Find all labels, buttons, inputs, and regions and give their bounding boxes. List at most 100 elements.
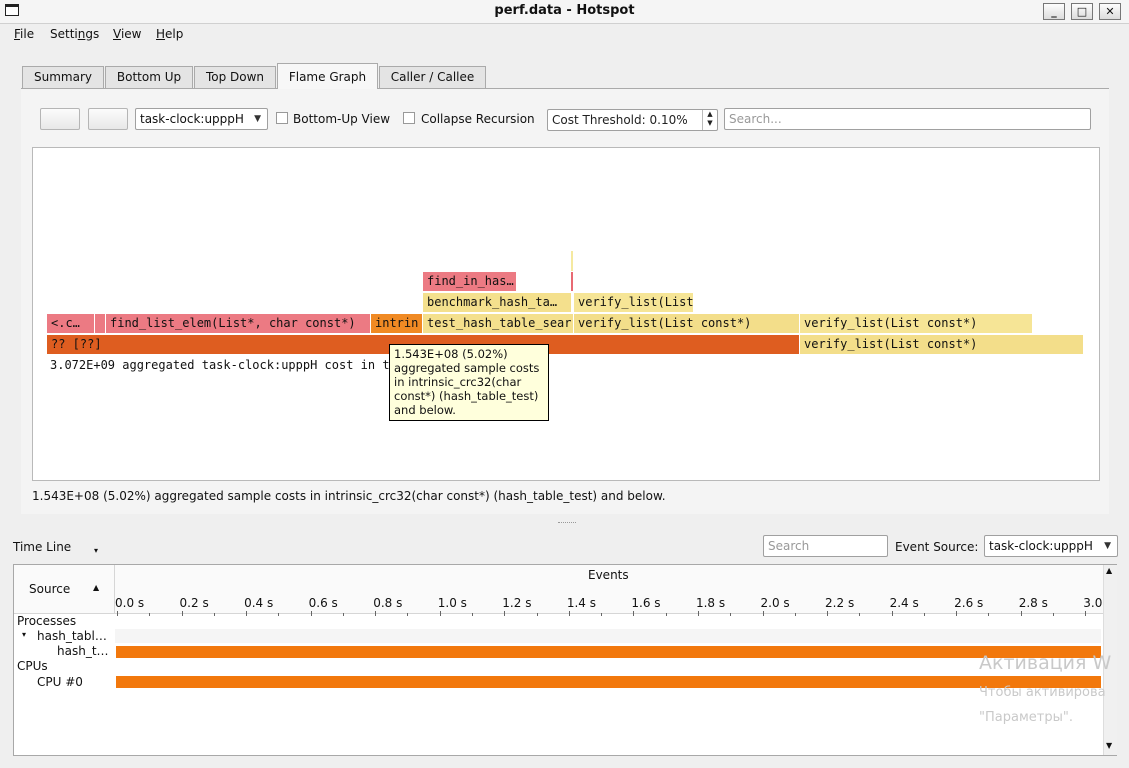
timeline-search-input[interactable]: Search — [763, 535, 888, 557]
cost-threshold-spinbox[interactable]: Cost Threshold: 0.10% ▲ ▼ — [547, 109, 718, 131]
time-tick-mark — [956, 611, 958, 616]
collapse-recursion-checkbox[interactable] — [403, 112, 415, 124]
flame-root-label: 3.072E+09 aggregated task-clock:upppH co… — [50, 358, 390, 372]
flame-status-text: 1.543E+08 (5.02%) aggregated sample cost… — [32, 489, 666, 503]
flame-frame[interactable]: verify_list(List const*) — [574, 314, 800, 333]
flame-frame[interactable]: <.c… — [47, 314, 95, 333]
scroll-up-icon[interactable]: ▲ — [1106, 566, 1112, 575]
time-tick-mark — [375, 611, 377, 616]
process-row-bg — [115, 629, 1101, 643]
flame-frame[interactable]: benchmark_hash_ta… — [423, 293, 572, 312]
flame-frame[interactable]: verify_list(List — [574, 293, 694, 312]
time-tick-label: 0.6 s — [308, 596, 338, 610]
time-tick-mark — [117, 611, 118, 616]
activation-watermark-text: "Параметры". — [979, 710, 1073, 725]
sort-ascending-icon: ▲ — [93, 583, 100, 592]
maximize-button[interactable]: □ — [1071, 3, 1093, 20]
thread-event-bar[interactable] — [116, 646, 1101, 658]
scroll-down-icon[interactable]: ▼ — [1106, 741, 1112, 750]
time-tick-mark — [181, 611, 183, 616]
forward-button[interactable] — [88, 108, 128, 130]
flame-frame-hovered[interactable]: intrin — [371, 314, 423, 333]
title-bar: perf.data - Hotspot _ □ ✕ — [0, 0, 1129, 24]
time-tick-label: 2.8 s — [1018, 596, 1048, 610]
flame-frame[interactable] — [95, 314, 106, 333]
event-source-combo[interactable]: task-clock:upppH ▼ — [984, 535, 1118, 557]
tooltip-line: and below. — [394, 403, 456, 417]
tab-flame-graph[interactable]: Flame Graph — [277, 63, 378, 89]
flame-frame-tiny[interactable] — [571, 251, 573, 271]
tab-summary[interactable]: Summary — [22, 66, 104, 88]
event-combo[interactable]: task-clock:upppH ▼ — [135, 108, 268, 130]
flame-frame-tiny[interactable] — [571, 272, 573, 291]
time-tick-label: 2.4 s — [889, 596, 919, 610]
time-tick-minor — [988, 613, 990, 616]
flame-frame[interactable]: verify_list(List const*) — [800, 335, 1084, 354]
activation-watermark-title: Активация W — [979, 652, 1112, 674]
minimize-button[interactable]: _ — [1043, 3, 1065, 20]
bottom-up-checkbox[interactable] — [276, 112, 288, 124]
event-combo-value: task-clock:upppH — [140, 112, 244, 126]
time-tick-minor — [342, 613, 344, 616]
process-row-label[interactable]: hash_tabl… — [37, 629, 107, 643]
tab-top-down[interactable]: Top Down — [194, 66, 276, 88]
source-header[interactable]: Source ▲ — [14, 565, 115, 614]
time-tick-minor — [859, 613, 861, 616]
time-tick-label: 1.0 s — [437, 596, 467, 610]
chevron-down-icon: ▼ — [1104, 541, 1111, 551]
time-tick-minor — [730, 613, 732, 616]
time-tick-mark — [568, 611, 570, 616]
time-tick-mark — [504, 611, 506, 616]
source-header-label: Source — [29, 582, 71, 596]
menu-file[interactable]: File — [14, 27, 34, 41]
time-tick-mark — [439, 611, 441, 616]
flame-frame[interactable]: verify_list(List const*) — [800, 314, 1033, 333]
spin-arrows-icon[interactable]: ▲ ▼ — [702, 110, 717, 130]
time-tick-mark — [827, 611, 829, 616]
flame-frame[interactable]: find_list_elem(List*, char const*) — [106, 314, 371, 333]
time-tick-mark — [246, 611, 248, 616]
thread-row-label[interactable]: hash_t… — [57, 644, 109, 658]
flame-frame[interactable]: find_in_has… — [423, 272, 517, 291]
timeline-search-placeholder: Search — [768, 539, 810, 553]
chevron-down-icon[interactable]: ▾ — [94, 546, 98, 555]
processes-row-label: Processes — [17, 614, 77, 628]
flame-search-placeholder: Search... — [729, 112, 782, 126]
menu-help[interactable]: Help — [156, 27, 183, 41]
flame-search-input[interactable]: Search... — [724, 108, 1091, 130]
tooltip-line: aggregated sample costs — [394, 361, 540, 375]
time-tick-minor — [1052, 613, 1054, 616]
time-tick-minor — [213, 613, 215, 616]
back-button[interactable] — [40, 108, 80, 130]
time-tick-mark — [633, 611, 635, 616]
time-tick-minor — [665, 613, 667, 616]
event-source-value: task-clock:upppH — [989, 539, 1093, 553]
timeline-label: Time Line — [13, 540, 72, 554]
splitter-handle[interactable] — [558, 522, 576, 524]
event-source-label: Event Source: — [895, 540, 979, 554]
flame-tooltip: 1.543E+08 (5.02%) aggregated sample cost… — [389, 344, 549, 421]
close-button[interactable]: ✕ — [1099, 3, 1121, 20]
cpu0-event-bar[interactable] — [116, 676, 1101, 688]
time-tick-label: 1.2 s — [502, 596, 532, 610]
tooltip-line: const*) (hash_table_test) — [394, 389, 539, 403]
cpus-row-label: CPUs — [17, 659, 48, 673]
time-tick-mark — [762, 611, 764, 616]
cpu0-row-label[interactable]: CPU #0 — [37, 675, 83, 689]
time-tick-mark — [310, 611, 312, 616]
chevron-down-icon[interactable]: ▾ — [22, 630, 26, 639]
time-tick-minor — [923, 613, 925, 616]
menu-settings[interactable]: Settings — [50, 27, 99, 41]
menu-view[interactable]: View — [113, 27, 141, 41]
time-tick-label: 2.0 s — [760, 596, 790, 610]
bottom-up-label: Bottom-Up View — [293, 112, 391, 126]
time-tick-label: 2.2 s — [825, 596, 855, 610]
tooltip-line: in intrinsic_crc32(char — [394, 375, 522, 389]
flame-frame[interactable]: test_hash_table_sear — [423, 314, 574, 333]
tab-bottom-up[interactable]: Bottom Up — [105, 66, 193, 88]
time-tick-label: 1.4 s — [566, 596, 596, 610]
activation-watermark-text: Чтобы активирова — [979, 685, 1106, 700]
events-header-label: Events — [588, 568, 629, 582]
time-tick-label: 2.6 s — [954, 596, 984, 610]
tab-caller-callee[interactable]: Caller / Callee — [379, 66, 486, 88]
